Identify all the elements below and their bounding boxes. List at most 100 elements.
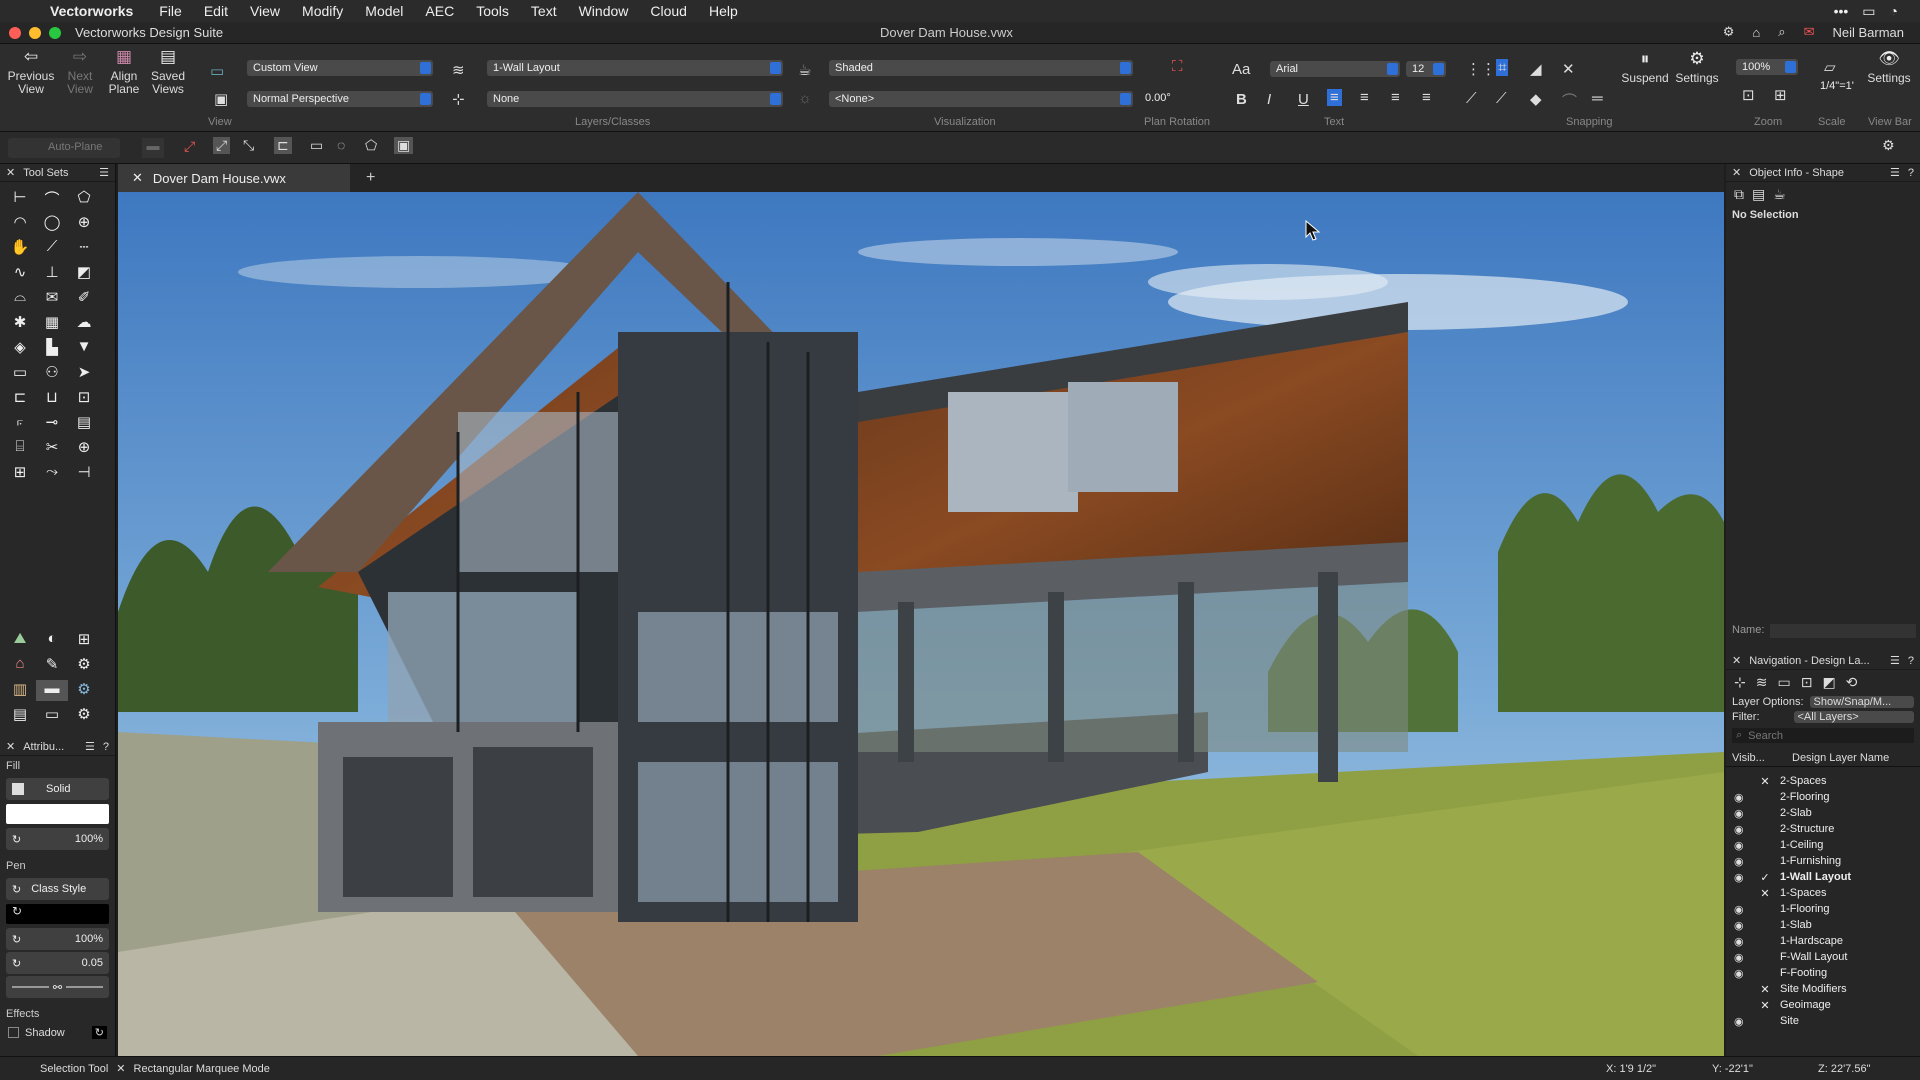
view-bar-settings-button[interactable]: 👁 Settings: [1864, 50, 1914, 85]
menu-edit[interactable]: Edit: [204, 3, 228, 19]
italic-icon[interactable]: I: [1267, 91, 1271, 108]
visible-eye-icon[interactable]: ◉: [1726, 839, 1750, 852]
visible-eye-icon[interactable]: ◉: [1726, 871, 1750, 884]
callout-icon[interactable]: ✉: [36, 288, 68, 309]
planar-mode-icon[interactable]: ⊏: [274, 137, 292, 154]
menu-window[interactable]: Window: [579, 3, 629, 19]
layer-row[interactable]: ◉ ✓ 1-Wall Layout: [1726, 869, 1920, 885]
previous-view-button[interactable]: ⇦ Previous View: [6, 48, 56, 96]
visible-eye-icon[interactable]: ◉: [1726, 967, 1750, 980]
settings-cog-icon[interactable]: ⚙: [68, 705, 100, 726]
clock-icon[interactable]: ◔: [1890, 3, 1898, 19]
cabinet-icon[interactable]: ▤: [4, 705, 36, 726]
notification-icon[interactable]: ✉: [1804, 24, 1815, 40]
align-right-icon[interactable]: ≡: [1391, 89, 1400, 106]
snap-angle-icon[interactable]: ◢: [1530, 60, 1542, 78]
font-size-dropdown[interactable]: 12: [1406, 61, 1446, 77]
quick-settings-icon[interactable]: ⚙: [1882, 137, 1895, 154]
locus-icon[interactable]: ⊕: [68, 213, 100, 234]
help-icon[interactable]: ?: [103, 741, 109, 753]
close-icon[interactable]: ✕: [6, 166, 15, 179]
table-icon[interactable]: ⊞: [68, 630, 100, 651]
shadow-checkbox[interactable]: [8, 1027, 19, 1038]
fill-opacity-field[interactable]: ↻ 100%: [6, 828, 109, 850]
viewport-icon[interactable]: ▭: [4, 363, 36, 384]
grid-icon[interactable]: ⊞: [4, 463, 36, 484]
offset-icon[interactable]: ⊣: [68, 463, 100, 484]
polygon-marquee-icon[interactable]: ⬠: [365, 137, 377, 154]
menu-modify[interactable]: Modify: [302, 3, 343, 19]
arc-icon[interactable]: ◠: [4, 213, 36, 234]
menu-icon[interactable]: ☰: [85, 740, 95, 753]
detail-icon[interactable]: ⚙: [68, 655, 100, 676]
pan-hand-icon[interactable]: ✋: [4, 238, 36, 259]
help-icon[interactable]: ?: [1908, 167, 1914, 179]
close-icon[interactable]: ✕: [1732, 654, 1741, 667]
control-center-icon[interactable]: ▭: [1862, 3, 1875, 20]
extrude-icon[interactable]: ◩: [68, 263, 100, 284]
fill-color-swatch[interactable]: [6, 804, 109, 824]
zoom-page-icon[interactable]: ⊞: [1774, 86, 1787, 104]
sweep-icon[interactable]: ⊔: [36, 388, 68, 409]
arch-icon[interactable]: ⌓: [4, 288, 36, 309]
references-tab-icon[interactable]: ⟲: [1846, 674, 1858, 691]
sheets-tab-icon[interactable]: ▭: [1777, 674, 1790, 691]
snap-working-plane-icon[interactable]: ═: [1592, 90, 1603, 107]
snap-edge-icon[interactable]: ⌒: [1562, 90, 1577, 111]
layer-dropdown[interactable]: 1-Wall Layout: [487, 60, 783, 76]
close-icon[interactable]: ✕: [1732, 166, 1741, 179]
help-icon[interactable]: ?: [1908, 655, 1914, 667]
filter-dropdown[interactable]: <All Layers>: [1793, 711, 1914, 723]
transform-mode-icon[interactable]: ⤢: [213, 137, 231, 154]
align-left-icon[interactable]: ≡: [1327, 89, 1342, 106]
flyover-icon[interactable]: ➤: [68, 363, 100, 384]
app-menu[interactable]: Vectorworks: [50, 3, 133, 19]
wall-icon[interactable]: ▬: [36, 680, 68, 701]
menu-aec[interactable]: AEC: [425, 3, 454, 19]
visible-eye-icon[interactable]: ◉: [1726, 903, 1750, 916]
search-input[interactable]: Search: [1748, 730, 1783, 742]
suspend-button[interactable]: ⏸ Suspend: [1620, 50, 1670, 85]
select-mode-icon[interactable]: ⤢: [184, 138, 195, 155]
visibility-column-header[interactable]: Visib...: [1732, 752, 1792, 764]
snap-object-icon[interactable]: ⌗: [1496, 59, 1509, 76]
layer-row[interactable]: ◉ 1-Furnishing: [1726, 853, 1920, 869]
layer-row[interactable]: ◉ 1-Flooring: [1726, 901, 1920, 917]
layer-options-dropdown[interactable]: Show/Snap/M...: [1809, 696, 1914, 708]
home-icon[interactable]: ⌂: [1752, 25, 1760, 40]
menu-icon[interactable]: ☰: [99, 166, 109, 179]
snap-tangent-icon[interactable]: ⟋: [1496, 90, 1507, 107]
symbol-insert-icon[interactable]: ⊥: [36, 263, 68, 284]
visible-eye-icon[interactable]: ◉: [1726, 823, 1750, 836]
user-name[interactable]: Neil Barman: [1832, 25, 1904, 40]
justify-icon[interactable]: ≡: [1422, 89, 1431, 106]
menu-cloud[interactable]: Cloud: [650, 3, 687, 19]
layer-name-column-header[interactable]: Design Layer Name: [1792, 752, 1889, 764]
layer-row[interactable]: ◉ Site: [1726, 1013, 1920, 1029]
classes-tab-icon[interactable]: ⊹: [1734, 674, 1746, 691]
more-icon[interactable]: •••: [1834, 3, 1849, 19]
layer-search[interactable]: ⌕ Search: [1732, 728, 1914, 743]
plan-rotation-field[interactable]: 0.00°: [1145, 92, 1171, 104]
menu-view[interactable]: View: [250, 3, 280, 19]
circle-icon[interactable]: ◯: [36, 213, 68, 234]
menu-icon[interactable]: ☰: [1890, 166, 1900, 179]
gear-icon[interactable]: ⚙: [1723, 24, 1735, 40]
class-dropdown[interactable]: None: [487, 91, 783, 107]
close-icon[interactable]: ✕: [6, 740, 15, 753]
close-tab-icon[interactable]: ✕: [132, 170, 143, 186]
shadow-settings-icon[interactable]: ↻: [91, 1026, 107, 1039]
layer-row[interactable]: ✕ Site Modifiers: [1726, 981, 1920, 997]
pen-color-swatch[interactable]: ↻: [6, 904, 109, 924]
pencil-ruler-icon[interactable]: ✎: [36, 655, 68, 676]
zoom-dropdown[interactable]: 100%: [1736, 59, 1798, 75]
machine-icon[interactable]: ⚙: [68, 680, 100, 701]
trim-icon[interactable]: ✂: [36, 438, 68, 459]
layer-row[interactable]: ◉ 1-Ceiling: [1726, 837, 1920, 853]
freehand-icon[interactable]: ∿: [4, 263, 36, 284]
visible-eye-icon[interactable]: ◉: [1726, 935, 1750, 948]
menu-model[interactable]: Model: [365, 3, 403, 19]
fill-type-dropdown[interactable]: Solid: [6, 778, 109, 800]
camera-icon[interactable]: ⚇: [36, 363, 68, 384]
render-viewport[interactable]: [118, 192, 1724, 1056]
